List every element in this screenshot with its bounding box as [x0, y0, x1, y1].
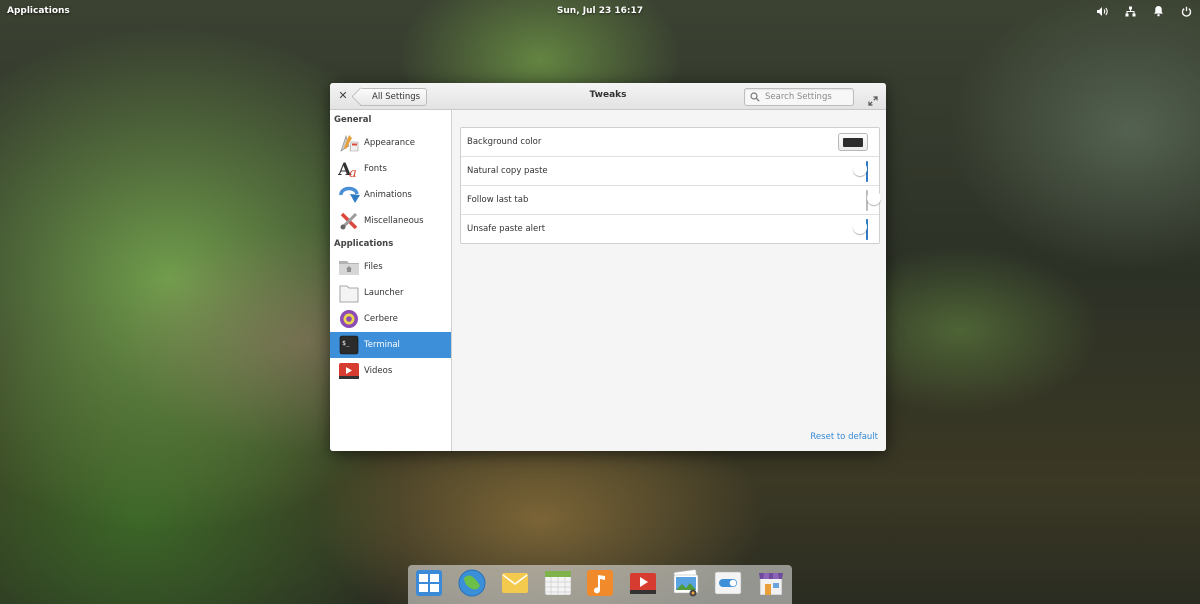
search-input[interactable]: [762, 90, 851, 104]
fonts-icon: Aa: [338, 159, 360, 179]
natural-copy-paste-switch[interactable]: [853, 161, 868, 182]
network-icon[interactable]: [1122, 3, 1138, 19]
terminal-settings-list: Background color Natural copy paste Foll…: [460, 127, 881, 244]
color-swatch: [843, 137, 863, 147]
sidebar-item-animations[interactable]: Animations: [330, 182, 451, 208]
animations-icon: [338, 185, 360, 205]
setting-row-background-color: Background color: [461, 128, 879, 157]
setting-row-follow-last-tab: Follow last tab: [461, 186, 881, 215]
reset-to-default-link[interactable]: Reset to default: [810, 432, 878, 442]
search-settings-field[interactable]: [744, 88, 854, 106]
system-tray: [1094, 3, 1194, 19]
videos-icon: [338, 361, 360, 381]
sidebar-item-label: Launcher: [364, 288, 404, 298]
switch-knob: [853, 220, 867, 234]
miscellaneous-icon: [338, 211, 360, 231]
sidebar-item-label: Terminal: [364, 340, 400, 350]
terminal-icon: $_: [338, 335, 360, 355]
date-time-indicator[interactable]: Sun, Jul 23 16:17: [0, 6, 1200, 16]
photos-icon[interactable]: [671, 568, 701, 598]
sidebar-item-label: Cerbere: [364, 314, 398, 324]
sidebar-item-miscellaneous[interactable]: Miscellaneous: [330, 208, 451, 234]
sidebar-header-general: General: [334, 115, 372, 125]
setting-label: Follow last tab: [467, 195, 529, 205]
sidebar-item-cerbere[interactable]: Cerbere: [330, 306, 451, 332]
files-icon: [338, 257, 360, 277]
volume-icon[interactable]: [1094, 3, 1110, 19]
switchboard-icon[interactable]: [713, 568, 743, 598]
mail-icon[interactable]: [500, 568, 530, 598]
sidebar-header-applications: Applications: [334, 239, 394, 249]
switch-knob: [853, 162, 867, 176]
cerbere-icon: [338, 309, 360, 329]
window-titlebar[interactable]: ✕ All Settings Tweaks: [330, 83, 886, 110]
svg-text:$_: $_: [342, 339, 350, 347]
desktop-wallpaper: Applications Sun, Jul 23 16:17 ✕ All Set…: [0, 0, 1200, 604]
appcenter-icon[interactable]: [756, 568, 786, 598]
svg-text:a: a: [349, 166, 357, 179]
sidebar-item-launcher[interactable]: Launcher: [330, 280, 451, 306]
sidebar: General Appearance Aa Fonts Animations M…: [330, 110, 452, 451]
videos-icon[interactable]: [628, 568, 658, 598]
sidebar-item-label: Fonts: [364, 164, 387, 174]
maximize-icon: [868, 96, 878, 106]
sidebar-item-terminal[interactable]: $_ Terminal: [330, 332, 451, 358]
background-color-button[interactable]: [838, 133, 868, 151]
sidebar-item-appearance[interactable]: Appearance: [330, 130, 451, 156]
notifications-bell-icon[interactable]: [1150, 3, 1166, 19]
sidebar-item-fonts[interactable]: Aa Fonts: [330, 156, 451, 182]
top-panel: Applications Sun, Jul 23 16:17: [0, 0, 1200, 22]
setting-label: Unsafe paste alert: [467, 224, 546, 234]
sidebar-item-label: Appearance: [364, 138, 416, 148]
sidebar-item-files[interactable]: Files: [330, 254, 451, 280]
sidebar-item-label: Miscellaneous: [364, 216, 424, 226]
web-browser-icon[interactable]: [457, 568, 487, 598]
calendar-icon[interactable]: [543, 568, 573, 598]
setting-label: Background color: [467, 137, 542, 147]
maximize-button[interactable]: [868, 91, 878, 106]
music-icon[interactable]: [585, 568, 615, 598]
appearance-icon: [338, 133, 360, 153]
sidebar-item-label: Animations: [364, 190, 412, 200]
sidebar-item-label: Files: [364, 262, 383, 272]
settings-window: ✕ All Settings Tweaks General: [330, 83, 886, 451]
setting-label: Natural copy paste: [467, 166, 548, 176]
unsafe-paste-alert-switch[interactable]: [853, 219, 868, 240]
sidebar-item-videos[interactable]: Videos: [330, 358, 451, 384]
setting-row-natural-copy-paste: Natural copy paste: [461, 157, 879, 186]
power-icon[interactable]: [1178, 3, 1194, 19]
sidebar-item-label: Videos: [364, 366, 393, 376]
setting-row-unsafe-paste-alert: Unsafe paste alert: [461, 215, 879, 243]
tweaks-content-pane: Background color Natural copy paste Foll…: [452, 110, 886, 451]
follow-last-tab-switch[interactable]: [866, 190, 881, 211]
search-icon: [750, 92, 762, 102]
switch-knob: [867, 191, 881, 205]
launcher-icon: [338, 283, 360, 303]
multitasking-view-icon[interactable]: [414, 568, 444, 598]
